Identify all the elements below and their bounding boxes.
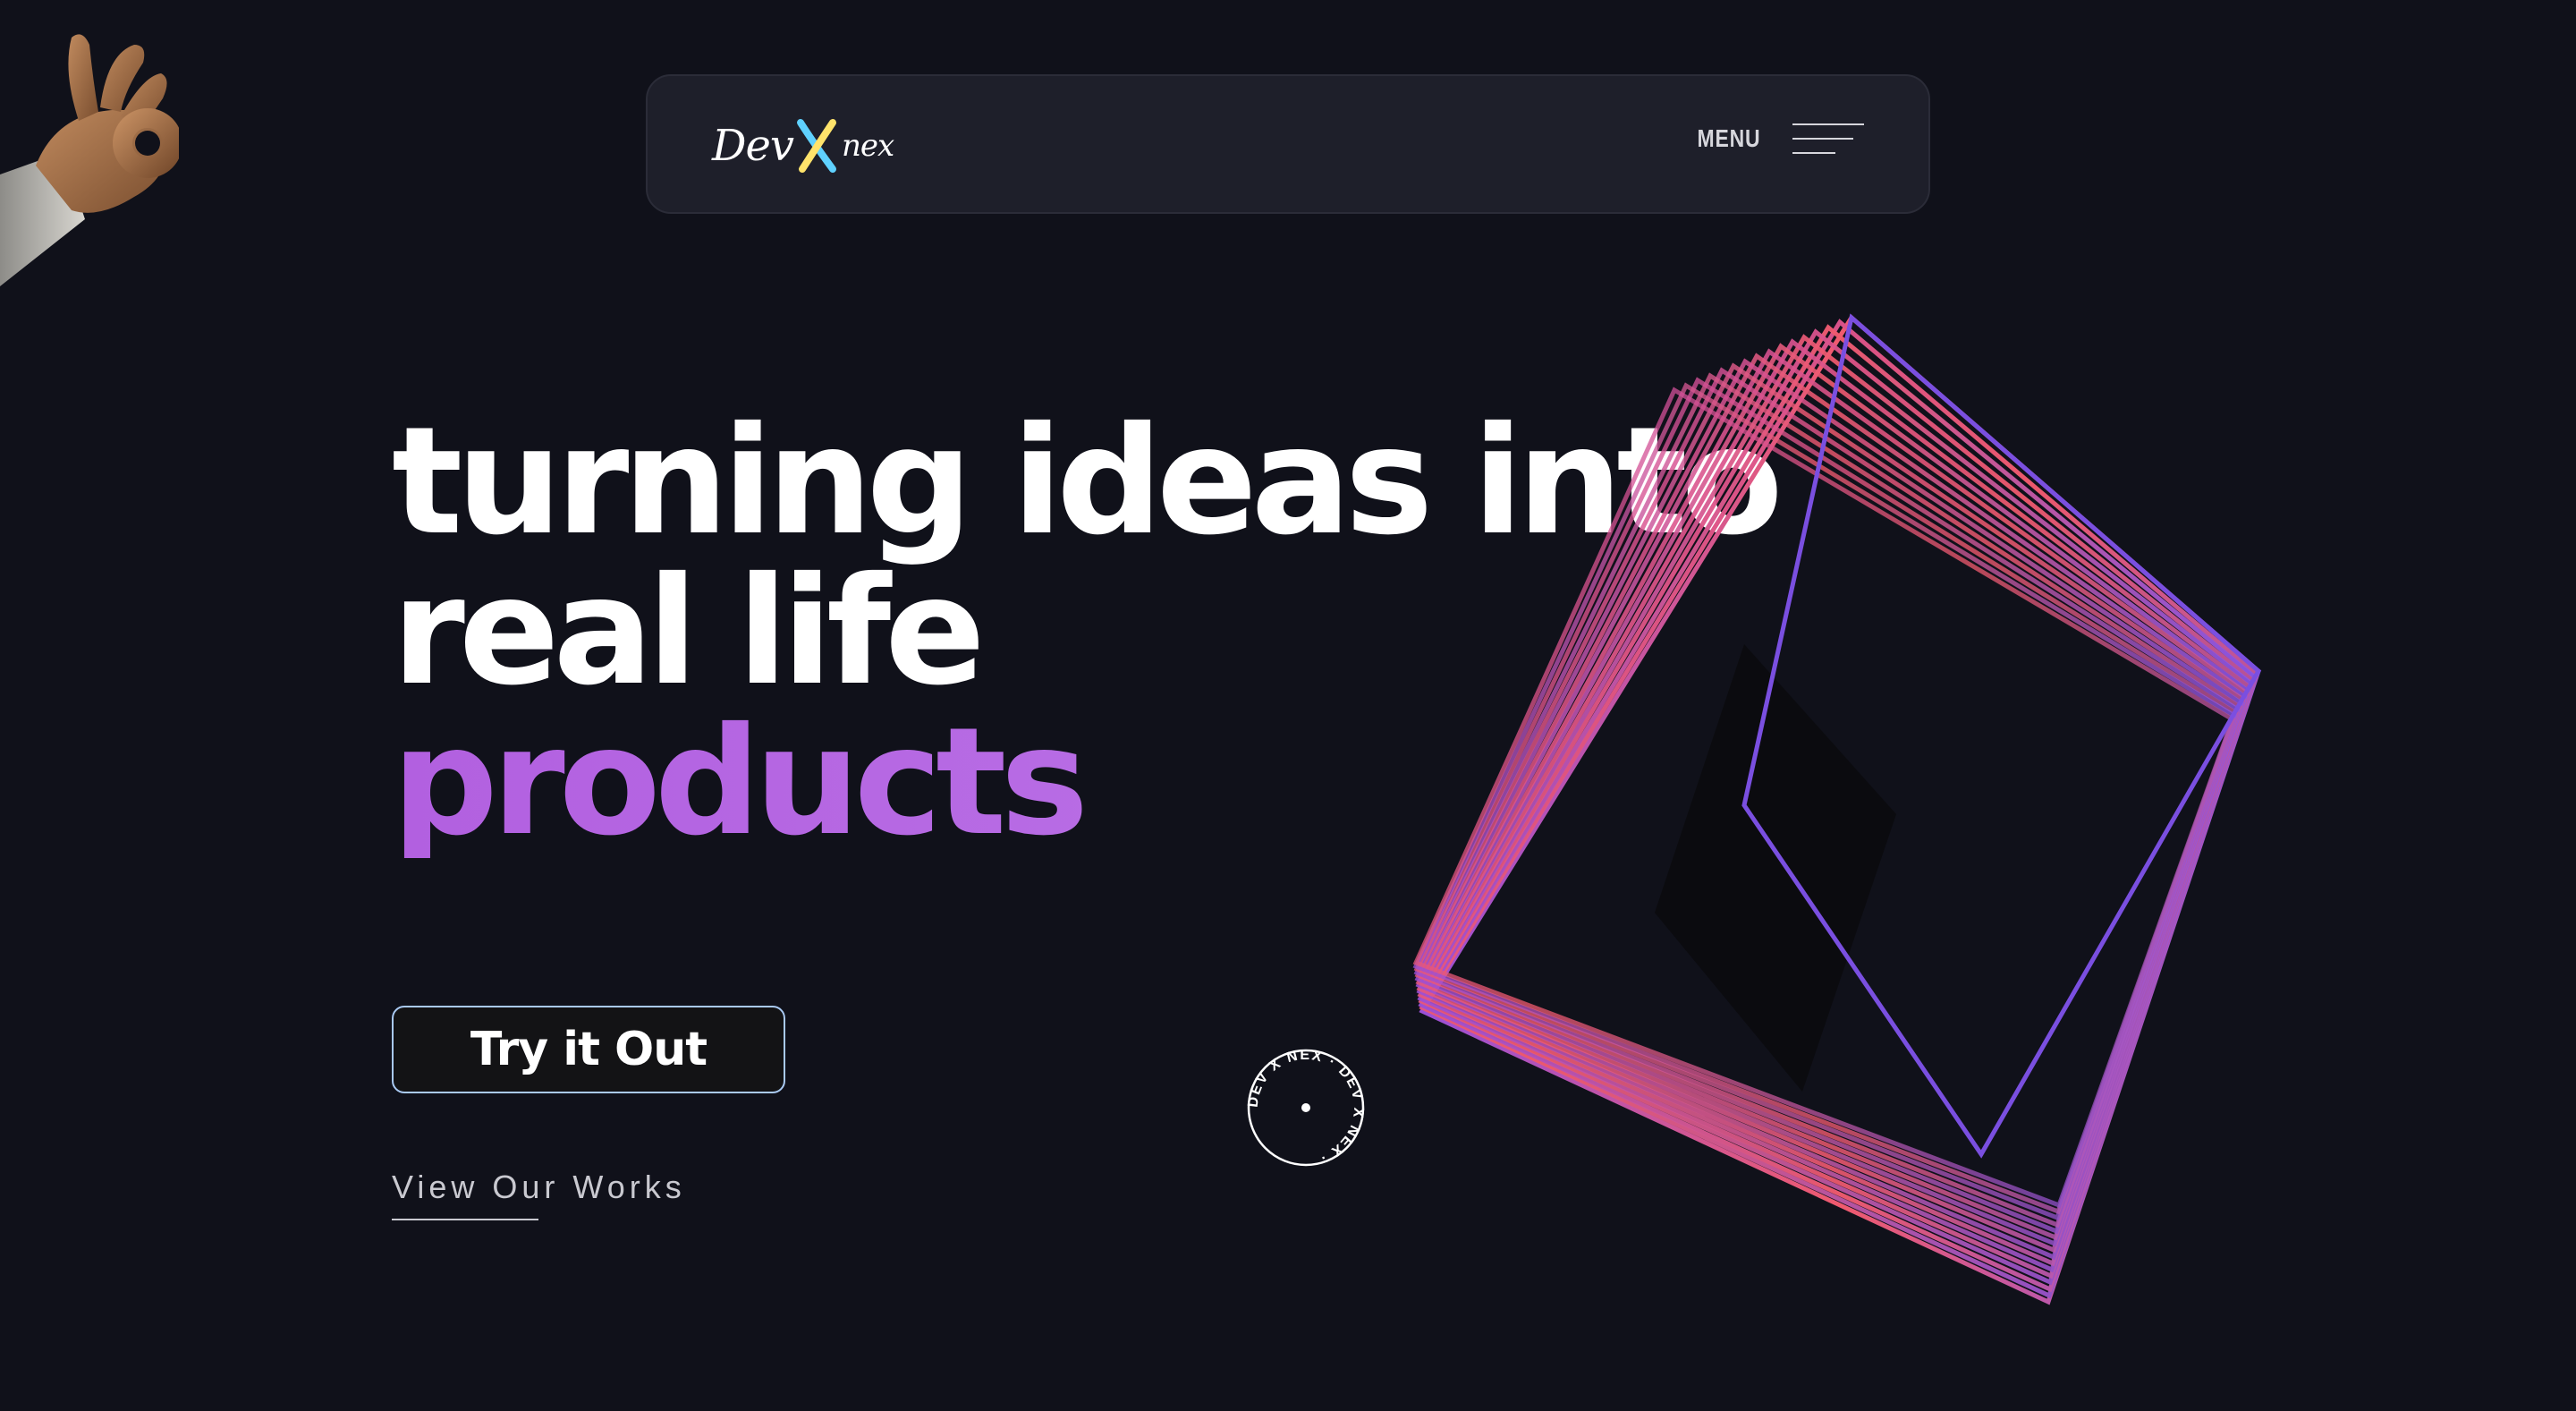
menu-button[interactable]: MENU	[1683, 121, 1864, 157]
logo-text-nex: nex	[842, 128, 894, 164]
logo-text-dev: Dev	[712, 121, 794, 171]
badge-center-dot	[1301, 1103, 1310, 1112]
x-mark-icon	[797, 119, 837, 173]
menu-label: MENU	[1697, 124, 1760, 152]
brand-logo[interactable]: Dev nex	[712, 110, 894, 182]
try-it-out-button[interactable]: Try it Out	[392, 1006, 785, 1093]
rotating-badge[interactable]: DEV X NEX · DEV X NEX ·	[1240, 1041, 1372, 1174]
view-works-link[interactable]: View Our Works	[392, 1169, 686, 1206]
hamburger-icon	[1792, 123, 1864, 154]
geometric-cube-art	[1412, 313, 2262, 1305]
top-navbar: Dev nex MENU	[646, 74, 1930, 214]
works-link-underline	[392, 1219, 538, 1220]
ok-hand-icon	[0, 34, 179, 286]
